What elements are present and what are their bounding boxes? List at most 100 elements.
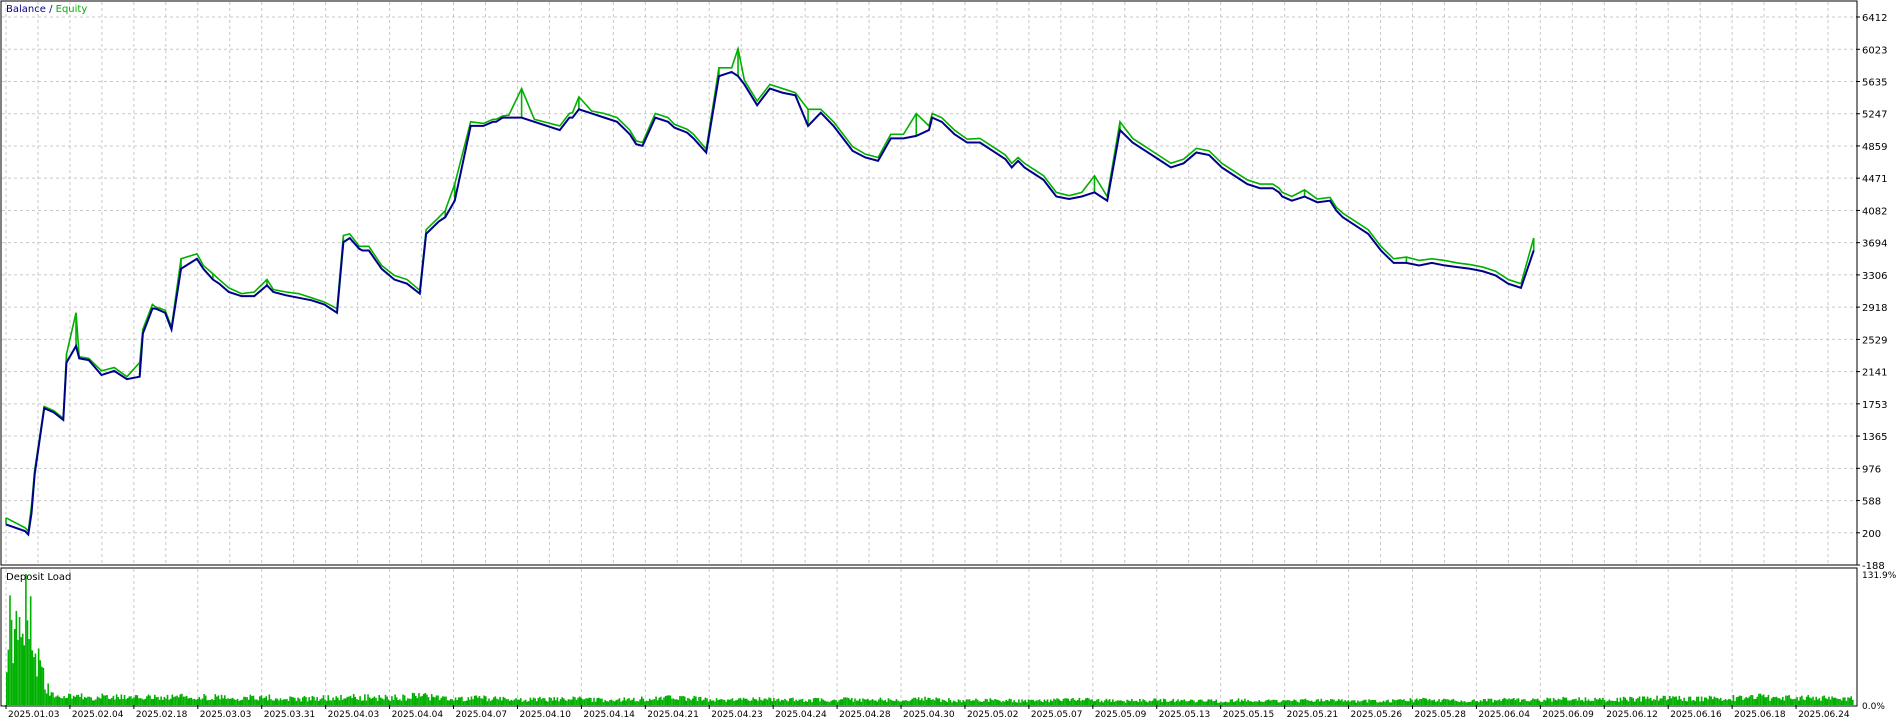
deposit-load-bar: [1766, 697, 1768, 705]
deposit-load-bar: [298, 698, 301, 705]
deposit-load-bar: [1536, 698, 1539, 705]
deposit-load-bar: [640, 696, 643, 705]
deposit-load-bar: [1384, 701, 1386, 705]
deposit-load-bar: [1239, 701, 1241, 705]
deposit-load-bar: [1011, 702, 1014, 705]
deposit-load-bar: [760, 699, 762, 705]
deposit-load-bar: [1091, 699, 1093, 705]
deposit-load-bar: [1245, 701, 1248, 705]
deposit-load-bar: [337, 697, 339, 705]
deposit-load-bar: [695, 696, 697, 705]
deposit-load-bar: [1646, 696, 1649, 705]
main-y-tick-label: 976: [1862, 464, 1881, 475]
deposit-load-bar: [811, 702, 813, 705]
deposit-load-bar: [82, 699, 84, 705]
deposit-load-bar: [343, 698, 345, 705]
deposit-load-bar: [878, 699, 880, 705]
deposit-load-bar: [359, 696, 361, 705]
deposit-load-bar: [570, 699, 573, 705]
deposit-load-bar: [1409, 698, 1412, 705]
deposit-load-bar: [1131, 698, 1133, 705]
deposit-load-bar: [535, 701, 538, 705]
deposit-load-bar: [429, 700, 431, 705]
deposit-load-bar: [69, 693, 72, 705]
deposit-load-bar: [1379, 701, 1381, 705]
deposit-load-bar: [1380, 702, 1383, 705]
deposit-load-bar: [1428, 698, 1431, 705]
deposit-load-bar: [561, 697, 563, 705]
deposit-load-bar: [87, 696, 89, 705]
deposit-load-bar: [890, 700, 893, 705]
deposit-load-bar: [152, 698, 155, 705]
deposit-load-bar: [935, 697, 937, 705]
deposit-load-bar: [195, 699, 197, 705]
deposit-load-bar: [1665, 700, 1668, 705]
deposit-load-bar: [1049, 699, 1052, 705]
deposit-load-bar: [1544, 700, 1547, 705]
deposit-load-bar: [171, 694, 174, 705]
deposit-load-bar: [459, 697, 462, 705]
deposit-load-bar: [1845, 700, 1848, 705]
deposit-load-bar: [327, 695, 330, 705]
x-tick-label: 2025.06.04: [1478, 710, 1530, 720]
deposit-load-bar: [744, 698, 746, 705]
deposit-load-bar: [1415, 698, 1418, 705]
deposit-load-bar: [1422, 697, 1424, 705]
deposit-load-bar: [984, 698, 987, 705]
deposit-load-bar: [1649, 697, 1652, 705]
deposit-load-bar: [422, 693, 425, 705]
deposit-load-bar: [1377, 702, 1380, 705]
deposit-load-bar: [1651, 700, 1654, 705]
deposit-load-bar: [50, 692, 53, 705]
deposit-load-bar: [61, 698, 64, 705]
deposit-load-bar: [1645, 699, 1647, 705]
deposit-load-bar: [1503, 697, 1506, 705]
deposit-load-bar: [1293, 699, 1296, 705]
deposit-load-bar: [333, 699, 336, 705]
deposit-load-bar: [855, 700, 858, 705]
deposit-load-bar: [1358, 701, 1361, 705]
deposit-load-bar: [776, 699, 778, 705]
deposit-load-bar: [1272, 699, 1275, 705]
deposit-load-bar: [690, 700, 692, 705]
deposit-load-bar: [88, 696, 91, 705]
deposit-load-bar: [1115, 700, 1117, 705]
deposit-load-bar: [470, 696, 473, 705]
deposit-load-bar: [335, 696, 338, 705]
deposit-load-bar: [831, 700, 834, 705]
deposit-load-bar: [1611, 700, 1614, 705]
deposit-load-bar: [1474, 701, 1477, 705]
deposit-load-bar: [416, 698, 419, 705]
deposit-load-bar: [1217, 702, 1219, 705]
deposit-load-bar: [1785, 695, 1787, 705]
deposit-load-bar: [1285, 700, 1288, 705]
deposit-load-bar: [480, 698, 482, 705]
deposit-load-bar: [451, 699, 454, 705]
deposit-load-bar: [1148, 700, 1151, 705]
deposit-load-bar: [1210, 699, 1213, 705]
deposit-load-bar: [1524, 699, 1526, 705]
deposit-load-bar: [1567, 700, 1569, 705]
deposit-load-bar: [1493, 699, 1496, 705]
deposit-load-bar: [820, 698, 823, 705]
deposit-load-bar: [1287, 699, 1289, 705]
deposit-load-bar: [1745, 696, 1747, 705]
deposit-load-bar: [330, 700, 333, 705]
deposit-load-bar: [1548, 698, 1550, 705]
x-tick-label: 2025.06.12: [1606, 710, 1658, 720]
deposit-load-bar: [262, 698, 264, 705]
deposit-load-bar: [828, 702, 831, 705]
deposit-load-bar: [1406, 701, 1409, 705]
x-tick-label: 2025.06.18: [1734, 710, 1786, 720]
deposit-load-bar: [617, 699, 619, 705]
deposit-load-bar: [311, 695, 314, 705]
deposit-load-bar: [1274, 699, 1276, 705]
deposit-load-bar: [1839, 698, 1841, 705]
deposit-load-bar: [1167, 702, 1170, 705]
deposit-load-bar: [1656, 695, 1658, 705]
deposit-load-bar: [1662, 695, 1665, 705]
deposit-load-bar: [777, 698, 780, 705]
deposit-load-bar: [1266, 700, 1268, 705]
deposit-load-bar: [618, 698, 621, 705]
deposit-load-bar: [271, 700, 274, 705]
